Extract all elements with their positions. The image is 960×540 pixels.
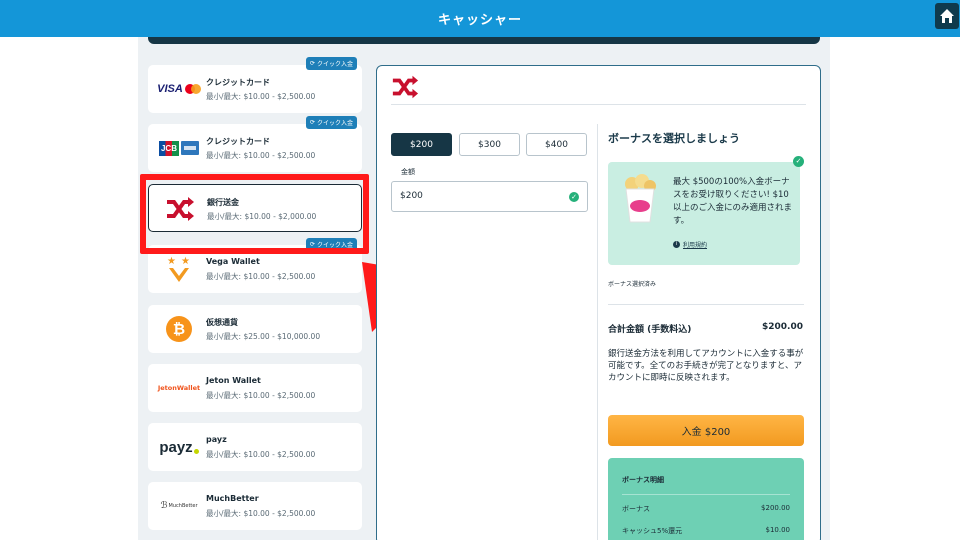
method-name: 仮想通貨	[206, 318, 238, 327]
breakdown-row: ボーナス $200.00	[622, 504, 790, 514]
page-title: キャッシャー	[437, 13, 522, 28]
payz-dot-icon	[193, 448, 199, 454]
deposit-form-card: $200 $300 $400 金額 $200 ✓ ボーナスを選択しましょう ✓ …	[376, 65, 821, 540]
column-divider	[597, 124, 598, 540]
payz-logo: payz	[154, 431, 204, 463]
bonus-offer-text: 最大 $500の100%入金ボーナスをお受け取りください! $10以上のご入金に…	[673, 177, 793, 226]
method-name: Vega Wallet	[206, 257, 260, 266]
divider	[391, 104, 806, 105]
breakdown-row-value: $200.00	[761, 504, 790, 512]
breakdown-row-value: $10.00	[765, 526, 791, 534]
visa-logo-text: VISA	[157, 83, 183, 95]
breakdown-row-label: ボーナス	[622, 505, 650, 513]
amex-icon	[181, 141, 199, 155]
bank-transfer-icon	[392, 75, 419, 99]
svg-text:★: ★	[167, 256, 176, 267]
method-limit: 最小/最大: $10.00 - $2,500.00	[206, 509, 316, 518]
method-limit: 最小/最大: $10.00 - $2,500.00	[206, 391, 316, 400]
amount-value: $200	[400, 191, 423, 201]
breakdown-title: ボーナス明細	[622, 476, 664, 484]
amount-option-400[interactable]: $400	[526, 133, 587, 156]
mastercard-icon	[184, 84, 201, 94]
breakdown-row: キャッシュ5%還元 $10.00	[622, 526, 790, 536]
method-description: 銀行送金方法を利用してアカウントに入金する事が可能です。全てのお手続きが完了とな…	[608, 349, 804, 383]
highlight-frame	[140, 174, 369, 254]
method-limit: 最小/最大: $10.00 - $2,500.00	[206, 450, 316, 459]
panel-top-strip	[148, 37, 820, 44]
vega-star-icon: ★ ★	[167, 256, 190, 282]
visa-mastercard-logo: VISA	[154, 73, 204, 105]
amount-option-300[interactable]: $300	[459, 133, 520, 156]
method-credit-card-visa[interactable]: VISA クレジットカード 最小/最大: $10.00 - $2,500.00 …	[148, 57, 362, 113]
total-label: 合計金額 (手数料込)	[608, 325, 692, 335]
jcb-amex-logo: JCB	[154, 132, 204, 164]
quick-deposit-icon: ⟳	[309, 60, 315, 67]
total-value: $200.00	[762, 322, 803, 332]
payz-logo-text: payz	[159, 438, 193, 456]
quick-deposit-label: クイック入金	[316, 120, 353, 127]
method-name: MuchBetter	[206, 494, 259, 503]
bonus-selected-note: ボーナス選択済み	[608, 281, 657, 288]
quick-deposit-label: クイック入金	[316, 61, 353, 68]
method-limit: 最小/最大: $25.00 - $10,000.00	[206, 332, 321, 341]
home-icon	[940, 9, 954, 23]
vega-wallet-logo: ★ ★	[154, 253, 204, 285]
bitcoin-logo: ₿	[154, 313, 204, 345]
method-limit: 最小/最大: $10.00 - $2,500.00	[206, 272, 316, 281]
breakdown-row-label: キャッシュ5%還元	[622, 527, 683, 535]
svg-text:★: ★	[181, 256, 190, 267]
muchbetter-logo-text: MuchBetter	[168, 503, 198, 509]
terms-link-label: 利用規約	[683, 242, 708, 249]
method-name: クレジットカード	[206, 78, 270, 87]
method-limit: 最小/最大: $10.00 - $2,500.00	[206, 92, 316, 101]
muchbetter-logo: ℬ MuchBetter	[154, 490, 204, 522]
popcorn-icon	[625, 174, 656, 223]
amount-label: 金額	[401, 168, 415, 176]
info-icon: i	[673, 241, 680, 248]
method-payz[interactable]: payz payz 最小/最大: $10.00 - $2,500.00	[148, 423, 362, 471]
jeton-logo-text: JetonWallet	[157, 384, 201, 392]
divider	[608, 304, 804, 305]
amount-option-200[interactable]: $200	[391, 133, 452, 156]
header-bar: キャッシャー	[0, 0, 960, 37]
jcb-logo-text: JCB	[158, 140, 179, 156]
jeton-logo: JetonWallet	[154, 372, 204, 404]
home-button[interactable]	[935, 3, 959, 29]
svg-text:₿: ₿	[173, 320, 185, 338]
bonus-selected-check-icon: ✓	[793, 156, 804, 167]
bonus-section-title: ボーナスを選択しましょう	[608, 132, 740, 145]
divider	[622, 494, 790, 495]
method-name: クレジットカード	[206, 137, 270, 146]
method-credit-card-jcb[interactable]: JCB クレジットカード 最小/最大: $10.00 - $2,500.00 ⟳…	[148, 116, 362, 172]
terms-link[interactable]: i 利用規約	[673, 240, 707, 249]
amount-input[interactable]: $200 ✓	[391, 181, 588, 212]
quick-deposit-icon: ⟳	[309, 119, 315, 126]
bonus-breakdown-panel: ボーナス明細 ボーナス $200.00 キャッシュ5%還元 $10.00	[608, 458, 804, 540]
method-jeton-wallet[interactable]: JetonWallet Jeton Wallet 最小/最大: $10.00 -…	[148, 364, 362, 412]
quick-deposit-badge: ⟳ クイック入金	[305, 57, 357, 70]
quick-deposit-badge: ⟳ クイック入金	[305, 116, 357, 129]
bitcoin-icon: ₿	[166, 316, 192, 342]
valid-check-icon: ✓	[569, 192, 579, 202]
deposit-button[interactable]: 入金 $200	[608, 415, 804, 446]
method-crypto[interactable]: ₿ 仮想通貨 最小/最大: $25.00 - $10,000.00	[148, 305, 362, 353]
method-name: payz	[206, 435, 227, 444]
method-limit: 最小/最大: $10.00 - $2,500.00	[206, 151, 316, 160]
method-name: Jeton Wallet	[206, 376, 261, 385]
muchbetter-icon: ℬ	[160, 501, 168, 511]
bonus-offer-card[interactable]: ✓ 最大 $500の100%入金ボーナスをお受け取りください! $10以上のご入…	[608, 156, 804, 265]
method-muchbetter[interactable]: ℬ MuchBetter MuchBetter 最小/最大: $10.00 - …	[148, 482, 362, 530]
